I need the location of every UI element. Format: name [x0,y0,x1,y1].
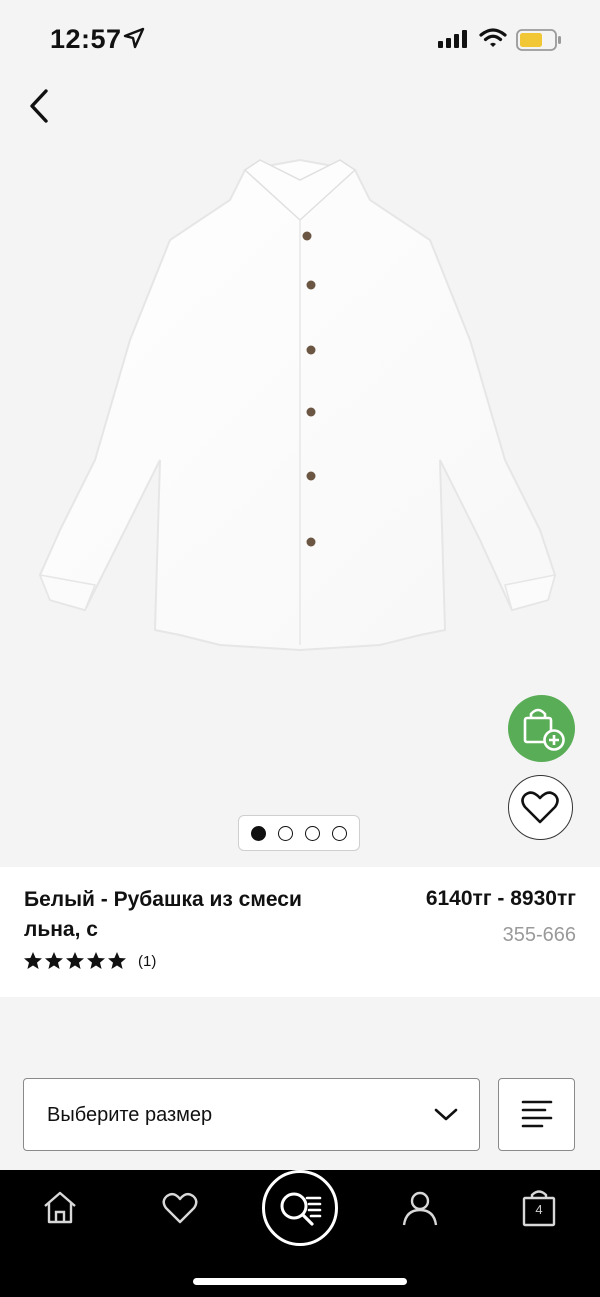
pager-dot-4[interactable] [332,825,347,841]
home-icon[interactable] [40,1188,80,1228]
status-bar: 12:57 [0,0,600,80]
size-guide-button[interactable] [498,1078,575,1151]
star-icon [24,952,42,969]
battery-icon [516,29,561,51]
star-icon [87,952,105,969]
home-indicator [193,1278,407,1285]
wishlist-button[interactable] [508,775,573,840]
bag-tab[interactable]: 4 [521,1188,557,1228]
star-icon [108,952,126,969]
add-to-bag-icon [523,708,565,751]
search-tab[interactable] [262,1170,338,1246]
chevron-down-icon [434,1108,458,1121]
product-price: 6140тг - 8930тг [425,887,576,910]
image-pager[interactable] [238,815,360,851]
signal-icon [438,30,467,48]
pager-dot-3[interactable] [305,825,320,841]
bag-count-badge: 4 [535,1202,543,1217]
size-select[interactable]: Выберите размер [23,1078,480,1151]
product-title: Белый - Рубашка из смеси льна, с [24,888,302,941]
product-info: Белый - Рубашка из смеси льна, с 6140тг … [0,867,600,997]
status-time: 12:57 [50,24,122,54]
wifi-icon [479,28,507,47]
star-icon [66,952,84,969]
location-arrow-icon [123,27,145,49]
account-icon[interactable] [400,1188,440,1228]
review-count[interactable]: (1) [138,953,156,970]
back-icon [30,89,48,123]
heart-icon [521,791,559,824]
add-to-bag-button[interactable] [508,695,575,762]
rating-stars[interactable] [23,951,127,971]
pager-dot-2[interactable] [278,825,293,841]
size-select-placeholder: Выберите размер [47,1104,213,1126]
search-icon [280,1192,322,1226]
wishlist-icon[interactable] [159,1188,201,1228]
back-button[interactable] [20,85,60,127]
star-icon [45,952,63,969]
tab-bar: 4 [0,1170,600,1297]
filter-icon [521,1100,553,1128]
product-sku: 355-666 [502,924,576,946]
pager-dot-1[interactable] [251,825,266,841]
